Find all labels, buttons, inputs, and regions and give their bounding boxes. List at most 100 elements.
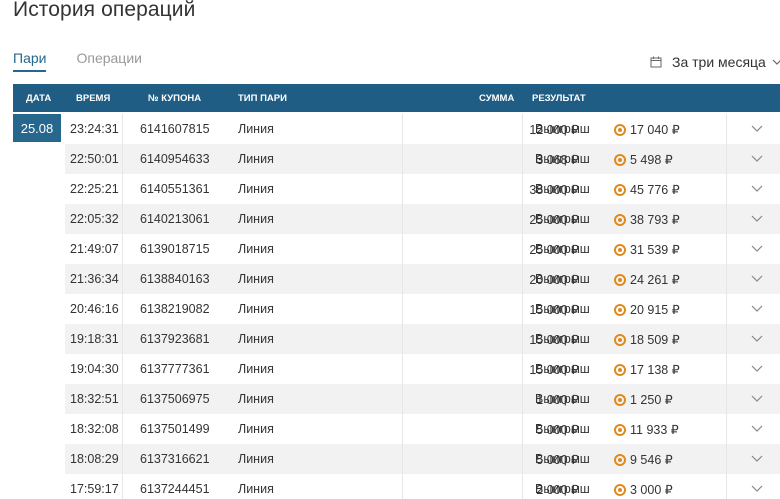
- chevron-down-icon[interactable]: [751, 184, 763, 194]
- table-header: ДАТА ВРЕМЯ № КУПОНА ТИП ПАРИ СУММА РЕЗУЛ…: [13, 84, 780, 112]
- coupon-number[interactable]: 6137244451: [140, 482, 210, 496]
- win-value: 31 539 ₽: [630, 243, 680, 257]
- bet-type: Линия: [238, 272, 274, 286]
- win-amount: 11 933 ₽: [614, 422, 679, 437]
- bet-type: Линия: [238, 152, 274, 166]
- win-amount: 31 539 ₽: [614, 242, 680, 257]
- chevron-down-icon[interactable]: [751, 364, 763, 374]
- win-value: 3 000 ₽: [630, 483, 673, 497]
- table-row[interactable]: 21:49:07 6139018715 Линия 25 000 ₽ Выигрыш 31…: [65, 234, 780, 264]
- bet-type: Линия: [238, 122, 274, 136]
- win-amount: 20 915 ₽: [614, 302, 680, 317]
- table-row[interactable]: 17:59:17 6137244451 Линия 2 000 ₽ Выигрыш 3 0…: [65, 474, 780, 499]
- coupon-number[interactable]: 6141607815: [140, 122, 210, 136]
- coupon-number[interactable]: 6137316621: [140, 452, 210, 466]
- table-row[interactable]: 18:08:29 6137316621 Линия 5 000 ₽ Выигрыш 9 5…: [65, 444, 780, 474]
- win-amount: 5 498 ₽: [614, 152, 673, 167]
- time-cell: 21:36:34: [70, 272, 119, 286]
- coupon-number[interactable]: 6138840163: [140, 272, 210, 286]
- coupon-number[interactable]: 6137777361: [140, 362, 210, 376]
- header-time: ВРЕМЯ: [76, 93, 111, 104]
- time-cell: 20:46:16: [70, 302, 119, 316]
- bet-type: Линия: [238, 182, 274, 196]
- coupon-number[interactable]: 6140213061: [140, 212, 210, 226]
- win-amount: 18 509 ₽: [614, 332, 680, 347]
- time-cell: 22:05:32: [70, 212, 119, 226]
- bet-result: Выигрыш: [535, 302, 590, 316]
- table-row[interactable]: 19:18:31 6137923681 Линия 15 000 ₽ Выигрыш 18…: [65, 324, 780, 354]
- time-cell: 18:32:08: [70, 422, 119, 436]
- bet-result: Выигрыш: [535, 422, 590, 436]
- table-row[interactable]: 21:36:34 6138840163 Линия 20 000 ₽ Выигрыш 24…: [65, 264, 780, 294]
- chevron-down-icon[interactable]: [751, 154, 763, 164]
- coupon-number[interactable]: 6138219082: [140, 302, 210, 316]
- win-value: 38 793 ₽: [630, 213, 680, 227]
- date-cell: 25.08: [13, 114, 61, 142]
- chevron-down-icon[interactable]: [751, 334, 763, 344]
- tab-operations[interactable]: Операции: [76, 50, 142, 72]
- time-cell: 21:49:07: [70, 242, 119, 256]
- table-row[interactable]: 22:50:01 6140954633 Линия 3 068 ₽ Выигрыш 5 4…: [65, 144, 780, 174]
- header-result: РЕЗУЛЬТАТ: [532, 93, 586, 104]
- win-value: 5 498 ₽: [630, 153, 673, 167]
- chevron-down-icon[interactable]: [751, 304, 763, 314]
- chevron-down-icon[interactable]: [751, 244, 763, 254]
- chevron-down-icon[interactable]: [751, 274, 763, 284]
- bet-type: Линия: [238, 242, 274, 256]
- chevron-down-icon[interactable]: [751, 394, 763, 404]
- coupon-number[interactable]: 6139018715: [140, 242, 210, 256]
- bet-type: Линия: [238, 482, 274, 496]
- bet-result: Выигрыш: [535, 182, 590, 196]
- win-amount: 3 000 ₽: [614, 482, 673, 497]
- coin-icon: [614, 123, 626, 136]
- win-value: 45 776 ₽: [630, 183, 680, 197]
- coupon-number[interactable]: 6140954633: [140, 152, 210, 166]
- bet-result: Выигрыш: [535, 272, 590, 286]
- table-row[interactable]: 22:05:32 6140213061 Линия 25 000 ₽ Выигрыш 38…: [65, 204, 780, 234]
- tabs: Пари Операции: [13, 50, 172, 72]
- bet-type: Линия: [238, 212, 274, 226]
- coupon-number[interactable]: 6140551361: [140, 182, 210, 196]
- bet-result: Выигрыш: [535, 242, 590, 256]
- table-row[interactable]: 23:24:31 6141607815 Линия 12 000 ₽ Выигрыш 17…: [65, 114, 780, 144]
- win-value: 24 261 ₽: [630, 273, 680, 287]
- table-row[interactable]: 19:04:30 6137777361 Линия 15 000 ₽ Выигрыш 17…: [65, 354, 780, 384]
- win-value: 18 509 ₽: [630, 333, 680, 347]
- bet-type: Линия: [238, 392, 274, 406]
- win-amount: 17 040 ₽: [614, 122, 680, 137]
- table-row[interactable]: 22:25:21 6140551361 Линия 38 000 ₽ Выигрыш 45…: [65, 174, 780, 204]
- win-amount: 1 250 ₽: [614, 392, 673, 407]
- time-cell: 22:25:21: [70, 182, 119, 196]
- time-cell: 22:50:01: [70, 152, 119, 166]
- table-row[interactable]: 18:32:08 6137501499 Линия 5 000 ₽ Выигрыш 11 …: [65, 414, 780, 444]
- win-value: 11 933 ₽: [630, 423, 679, 437]
- chevron-down-icon: [772, 59, 780, 65]
- coupon-number[interactable]: 6137501499: [140, 422, 210, 436]
- table-row[interactable]: 20:46:16 6138219082 Линия 15 000 ₽ Выигрыш 20…: [65, 294, 780, 324]
- chevron-down-icon[interactable]: [751, 484, 763, 494]
- table-row[interactable]: 18:32:51 6137506975 Линия 1 000 ₽ Выигрыш 1 2…: [65, 384, 780, 414]
- bet-type: Линия: [238, 452, 274, 466]
- coupon-number[interactable]: 6137923681: [140, 332, 210, 346]
- period-label: За три месяца: [672, 54, 766, 70]
- win-amount: 17 138 ₽: [614, 362, 680, 377]
- calendar-icon: [650, 56, 662, 68]
- header-sum: СУММА: [479, 93, 515, 104]
- chevron-down-icon[interactable]: [751, 214, 763, 224]
- header-date: ДАТА: [26, 93, 52, 104]
- coin-icon: [614, 483, 626, 496]
- chevron-down-icon[interactable]: [751, 454, 763, 464]
- tab-bets[interactable]: Пари: [13, 50, 47, 72]
- win-amount: 38 793 ₽: [614, 212, 680, 227]
- coin-icon: [614, 333, 626, 346]
- time-cell: 19:18:31: [70, 332, 119, 346]
- bet-result: Выигрыш: [535, 362, 590, 376]
- bet-result: Выигрыш: [535, 392, 590, 406]
- period-select[interactable]: За три месяца: [650, 54, 780, 70]
- win-value: 17 040 ₽: [630, 123, 680, 137]
- chevron-down-icon[interactable]: [751, 424, 763, 434]
- coupon-number[interactable]: 6137506975: [140, 392, 210, 406]
- win-value: 1 250 ₽: [630, 393, 673, 407]
- chevron-down-icon[interactable]: [751, 124, 763, 134]
- time-cell: 18:32:51: [70, 392, 119, 406]
